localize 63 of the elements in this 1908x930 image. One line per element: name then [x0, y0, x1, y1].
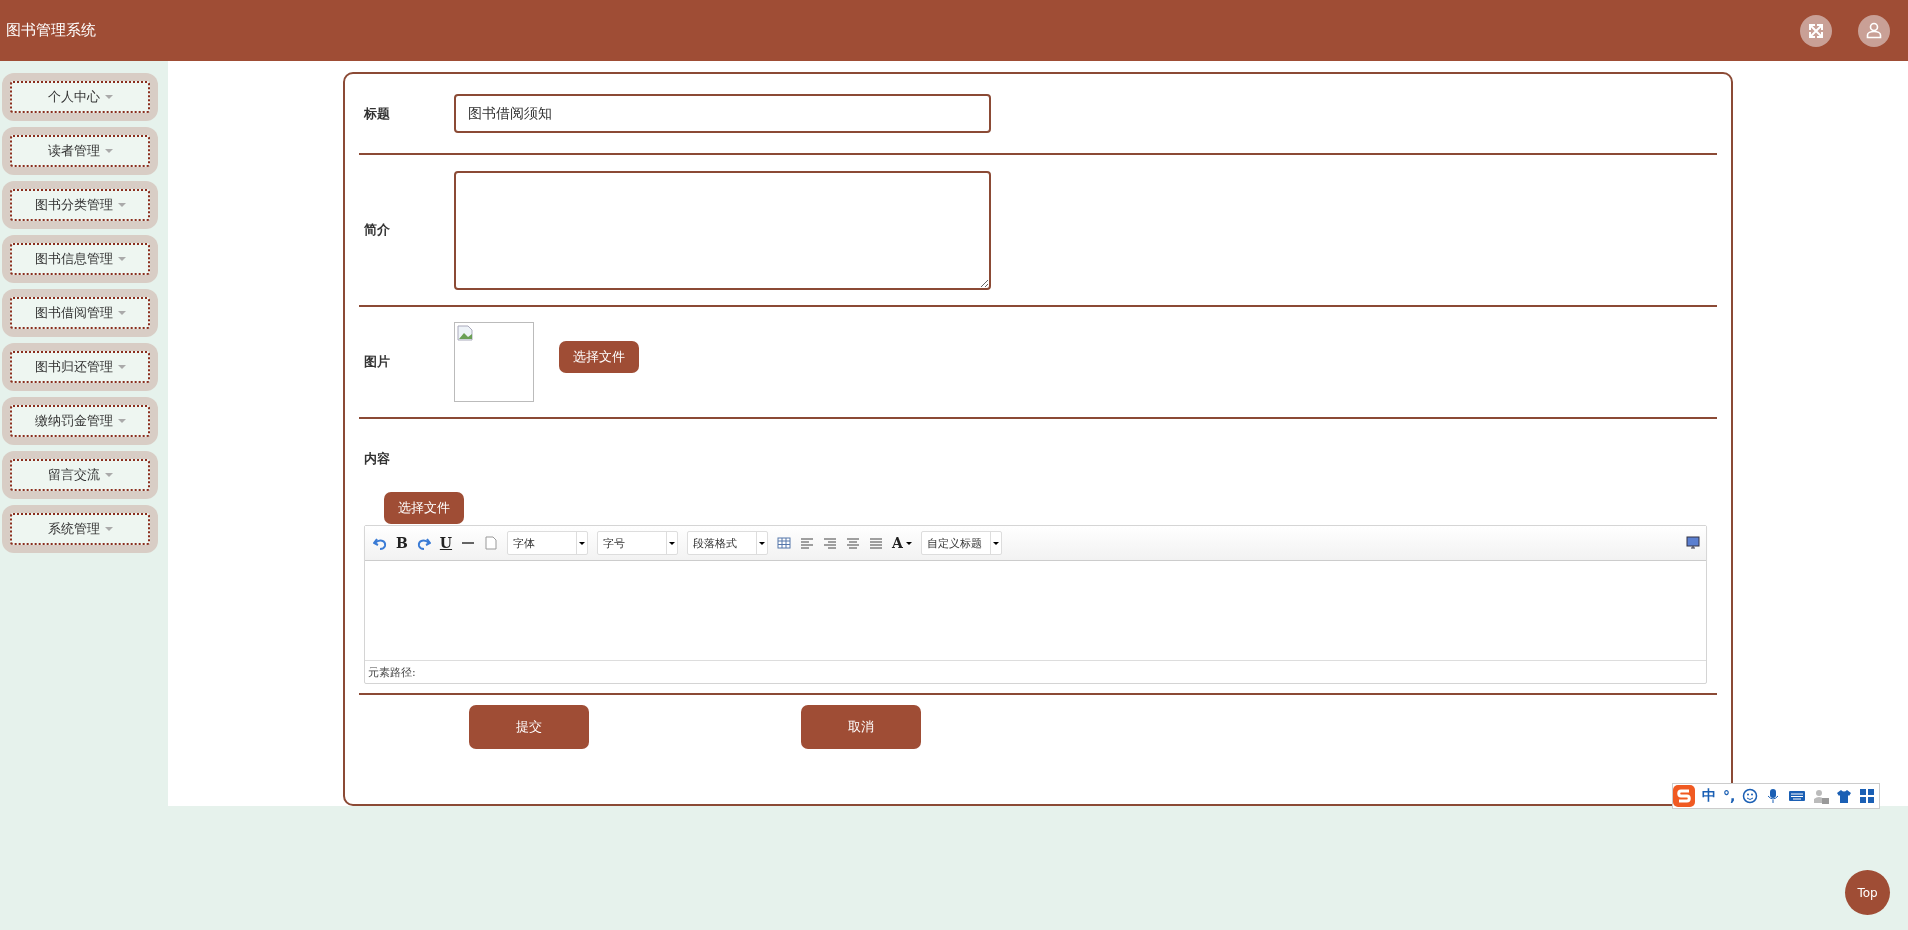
sidebar-item[interactable]: 图书归还管理	[2, 343, 158, 391]
redo-icon[interactable]	[416, 536, 431, 550]
sidebar-item[interactable]: 个人中心	[2, 73, 158, 121]
sidebar-item[interactable]: 图书借阅管理	[2, 289, 158, 337]
element-path: 元素路径:	[365, 660, 1706, 683]
field-label: 图片	[364, 353, 391, 371]
caret-icon	[104, 527, 113, 531]
sidebar-item[interactable]: 留言交流	[2, 451, 158, 499]
sidebar-item[interactable]: 读者管理	[2, 127, 158, 175]
toolbar-dropdown[interactable]: 自定义标题	[920, 531, 1002, 555]
caret-icon	[104, 149, 113, 153]
font-color-button[interactable]: A	[892, 535, 912, 551]
back-to-top-button[interactable]: Top	[1845, 870, 1890, 915]
field-label: 简介	[364, 221, 391, 239]
choose-file-button[interactable]: 选择文件	[384, 492, 464, 524]
field-label: 内容	[364, 450, 391, 468]
grid-icon[interactable]	[1859, 788, 1876, 804]
caret-icon	[117, 311, 126, 315]
caret-icon	[117, 365, 126, 369]
fullscreen-button[interactable]	[1800, 14, 1832, 47]
justify-icon[interactable]	[869, 536, 884, 550]
caret-icon	[669, 541, 676, 545]
caret-icon	[579, 541, 586, 545]
caret-icon	[992, 541, 999, 545]
keyboard-icon[interactable]	[1788, 788, 1807, 804]
field-label: 标题	[364, 104, 391, 123]
table-icon[interactable]	[777, 536, 792, 550]
sidebar-item[interactable]: 缴纳罚金管理	[2, 397, 158, 445]
sidebar-item[interactable]: 图书信息管理	[2, 235, 158, 283]
align-center-icon[interactable]	[846, 536, 861, 550]
submit-button[interactable]: 提交	[469, 705, 589, 749]
user-icon	[1866, 22, 1882, 39]
ime-mode[interactable]: 中	[1702, 787, 1716, 805]
align-left-icon[interactable]	[800, 536, 815, 550]
align-right-icon[interactable]	[823, 536, 838, 550]
undo-icon[interactable]	[373, 536, 387, 550]
caret-icon	[104, 95, 113, 99]
app-title: 图书管理系统	[6, 21, 97, 40]
ime-punctuation[interactable]: °,	[1723, 788, 1736, 804]
sidebar-item[interactable]: 图书分类管理	[2, 181, 158, 229]
title-input[interactable]: 图书借阅须知	[454, 94, 991, 133]
monitor-icon[interactable]	[1686, 536, 1700, 550]
toolbar-dropdown[interactable]: 段落格式	[687, 531, 769, 555]
caret-icon	[759, 541, 766, 545]
underline-button[interactable]: U	[439, 535, 453, 551]
caret-icon	[905, 541, 912, 545]
broken-image-icon	[457, 325, 473, 341]
expand-icon	[1808, 22, 1824, 39]
user-badge-icon[interactable]	[1813, 788, 1830, 804]
toolbar-dropdown[interactable]: 字体	[507, 531, 589, 555]
caret-icon	[117, 257, 126, 261]
choose-file-button[interactable]: 选择文件	[559, 341, 639, 373]
cancel-button[interactable]: 取消	[801, 705, 921, 749]
sidebar-item[interactable]: 系统管理	[2, 505, 158, 553]
caret-icon	[117, 419, 126, 423]
user-button[interactable]	[1858, 14, 1890, 47]
smiley-icon[interactable]	[1742, 788, 1759, 804]
bold-button[interactable]: B	[396, 535, 408, 551]
caret-icon	[117, 203, 126, 207]
caret-icon	[104, 473, 113, 477]
toolbar-dropdown[interactable]: 字号	[597, 531, 679, 555]
shirt-icon[interactable]	[1836, 788, 1853, 804]
summary-textarea[interactable]	[454, 170, 991, 290]
